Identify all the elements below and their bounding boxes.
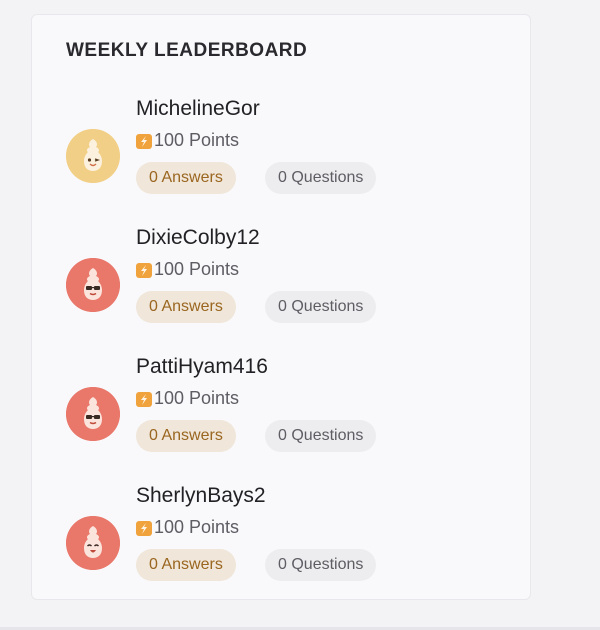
answers-count-button[interactable]: 0 Answers [136,291,236,323]
sunglasses-onion-avatar-icon [66,258,120,312]
user-avatar[interactable] [66,387,120,441]
leaderboard-entry: DixieColby12 100 Points 0 Answers 0 Ques… [32,226,532,336]
questions-count-button[interactable]: 0 Questions [265,420,377,452]
answers-count-button[interactable]: 0 Answers [136,420,236,452]
points-bolt-icon [136,391,152,407]
points-bolt-icon [136,262,152,278]
leaderboard-entry: PattiHyam416 100 Points 0 Answers 0 Ques… [32,355,532,465]
weekly-leaderboard-card: WEEKLY LEADERBOARD MichelineGor 100 Poin… [31,14,531,600]
username[interactable]: MichelineGor [136,97,260,121]
leaderboard-entry: MichelineGor 100 Points 0 Answers 0 Ques… [32,97,532,207]
points-value: 100 Points [136,130,239,151]
happy-onion-avatar-icon [66,516,120,570]
points-label: 100 Points [154,388,240,408]
user-avatar[interactable] [66,129,120,183]
questions-count-button[interactable]: 0 Questions [265,291,377,323]
username[interactable]: SherlynBays2 [136,484,266,508]
points-value: 100 Points [136,388,239,409]
leaderboard-title: WEEKLY LEADERBOARD [66,40,308,61]
points-value: 100 Points [136,517,239,538]
username[interactable]: PattiHyam416 [136,355,268,379]
questions-count-button[interactable]: 0 Questions [265,162,377,194]
points-label: 100 Points [154,130,240,150]
points-bolt-icon [136,133,152,149]
points-label: 100 Points [154,517,240,537]
questions-count-button[interactable]: 0 Questions [265,549,377,581]
username[interactable]: DixieColby12 [136,226,260,250]
user-avatar[interactable] [66,258,120,312]
smiling-onion-avatar-icon [66,129,120,183]
points-bolt-icon [136,520,152,536]
user-avatar[interactable] [66,516,120,570]
leaderboard-entry: SherlynBays2 100 Points 0 Answers 0 Ques… [32,484,532,594]
points-value: 100 Points [136,259,239,280]
answers-count-button[interactable]: 0 Answers [136,549,236,581]
sunglasses-onion-avatar-icon [66,387,120,441]
points-label: 100 Points [154,259,240,279]
answers-count-button[interactable]: 0 Answers [136,162,236,194]
